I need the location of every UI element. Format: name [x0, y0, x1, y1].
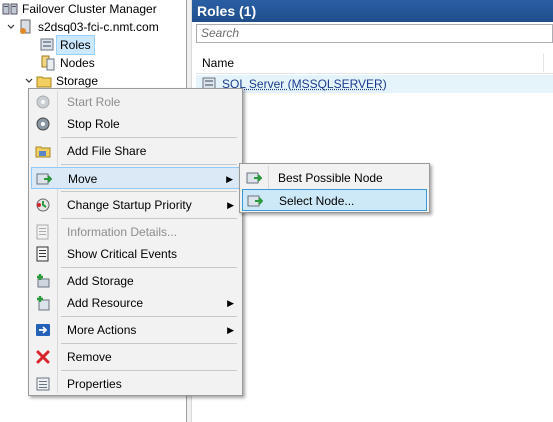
menu-item-label: Add Resource	[67, 296, 144, 310]
file-share-icon	[35, 146, 51, 158]
add-storage-icon	[37, 274, 50, 288]
menu-item-remove[interactable]: Remove	[31, 346, 240, 368]
remove-icon	[36, 350, 50, 364]
cluster-icon	[20, 19, 31, 34]
pane-title: Roles (1)	[192, 0, 553, 22]
move-icon	[36, 173, 52, 185]
menu-separator	[61, 316, 237, 317]
menu-item-label: Move	[68, 172, 98, 186]
nodes-icon	[41, 55, 55, 71]
chevron-down-icon[interactable]	[24, 76, 34, 86]
menu-item-change-startup-priority[interactable]: Change Startup Priority ▶	[31, 194, 240, 216]
menu-item-best-possible-node[interactable]: Best Possible Node	[242, 167, 427, 189]
table-row[interactable]: SQL Server (MSSQLSERVER)	[196, 75, 553, 93]
priority-icon	[36, 198, 50, 212]
roles-icon	[40, 38, 54, 51]
menu-item-start-role[interactable]: Start Role	[31, 91, 240, 113]
menu-item-stop-role[interactable]: Stop Role	[31, 113, 240, 135]
tree-root-label: Failover Cluster Manager	[22, 2, 157, 16]
best-node-icon	[246, 172, 262, 184]
tree-item-cluster[interactable]: s2dsq03-fci-c.nmt.com	[6, 18, 159, 36]
more-actions-icon	[36, 324, 50, 336]
menu-item-add-storage[interactable]: Add Storage	[31, 270, 240, 292]
critical-events-icon	[36, 246, 49, 262]
menu-item-information-details[interactable]: Information Details...	[31, 221, 240, 243]
menu-item-label: Add Storage	[67, 274, 134, 288]
menu-item-add-resource[interactable]: Add Resource ▶	[31, 292, 240, 314]
add-resource-icon	[37, 296, 50, 311]
menu-item-properties[interactable]: Properties	[31, 373, 240, 395]
menu-item-move[interactable]: Move ▶	[31, 167, 240, 189]
menu-separator	[61, 370, 237, 371]
menu-separator	[61, 343, 237, 344]
submenu-arrow-icon: ▶	[227, 325, 234, 335]
menu-item-label: Information Details...	[67, 225, 178, 239]
tree-item-roles[interactable]: Roles	[40, 35, 95, 55]
menu-item-more-actions[interactable]: More Actions ▶	[31, 319, 240, 341]
column-header-label: Name	[202, 56, 235, 70]
search-input[interactable]: Search	[196, 24, 553, 43]
column-divider[interactable]	[543, 54, 544, 72]
menu-item-label: Remove	[67, 350, 112, 364]
menu-separator	[61, 218, 237, 219]
properties-icon	[36, 377, 50, 391]
menu-item-label: Stop Role	[67, 117, 120, 131]
submenu-arrow-icon: ▶	[227, 298, 234, 308]
tree-item-nodes[interactable]: Nodes	[40, 54, 95, 72]
menu-item-label: Start Role	[67, 95, 121, 109]
menu-separator	[61, 164, 237, 165]
tree-item-label: Roles	[56, 35, 95, 55]
submenu-arrow-icon: ▶	[227, 200, 234, 210]
menu-item-label: Properties	[67, 377, 122, 391]
menu-separator	[61, 191, 237, 192]
select-node-icon	[247, 195, 263, 207]
menu-item-select-node[interactable]: Select Node...	[242, 189, 427, 211]
menu-item-add-file-share[interactable]: Add File Share	[31, 140, 240, 162]
menu-item-label: Add File Share	[67, 144, 147, 158]
tree-item-label: Nodes	[60, 56, 95, 70]
storage-folder-icon	[36, 76, 52, 88]
tree-root-failover-cluster-manager[interactable]: Failover Cluster Manager	[2, 0, 157, 18]
chevron-down-icon[interactable]	[6, 22, 16, 32]
tree-cluster-label: s2dsq03-fci-c.nmt.com	[38, 20, 159, 34]
context-menu: Start Role Stop Role Add File Share Move…	[28, 88, 243, 396]
move-submenu: Best Possible Node Select Node...	[239, 163, 430, 213]
stop-role-icon	[36, 117, 50, 131]
menu-item-label: Change Startup Priority	[67, 198, 192, 212]
information-icon	[36, 224, 49, 240]
submenu-arrow-icon: ▶	[226, 174, 233, 184]
menu-separator	[61, 137, 237, 138]
menu-item-label: Select Node...	[279, 194, 355, 208]
menu-separator	[61, 267, 237, 268]
menu-item-label: Show Critical Events	[67, 247, 178, 261]
menu-item-show-critical-events[interactable]: Show Critical Events	[31, 243, 240, 265]
role-name: SQL Server (MSSQLSERVER)	[222, 77, 387, 91]
start-role-icon	[36, 95, 50, 109]
menu-item-label: More Actions	[67, 323, 137, 337]
column-header-name[interactable]: Name	[196, 52, 553, 74]
cluster-manager-icon	[2, 3, 18, 15]
menu-item-label: Best Possible Node	[278, 171, 383, 185]
